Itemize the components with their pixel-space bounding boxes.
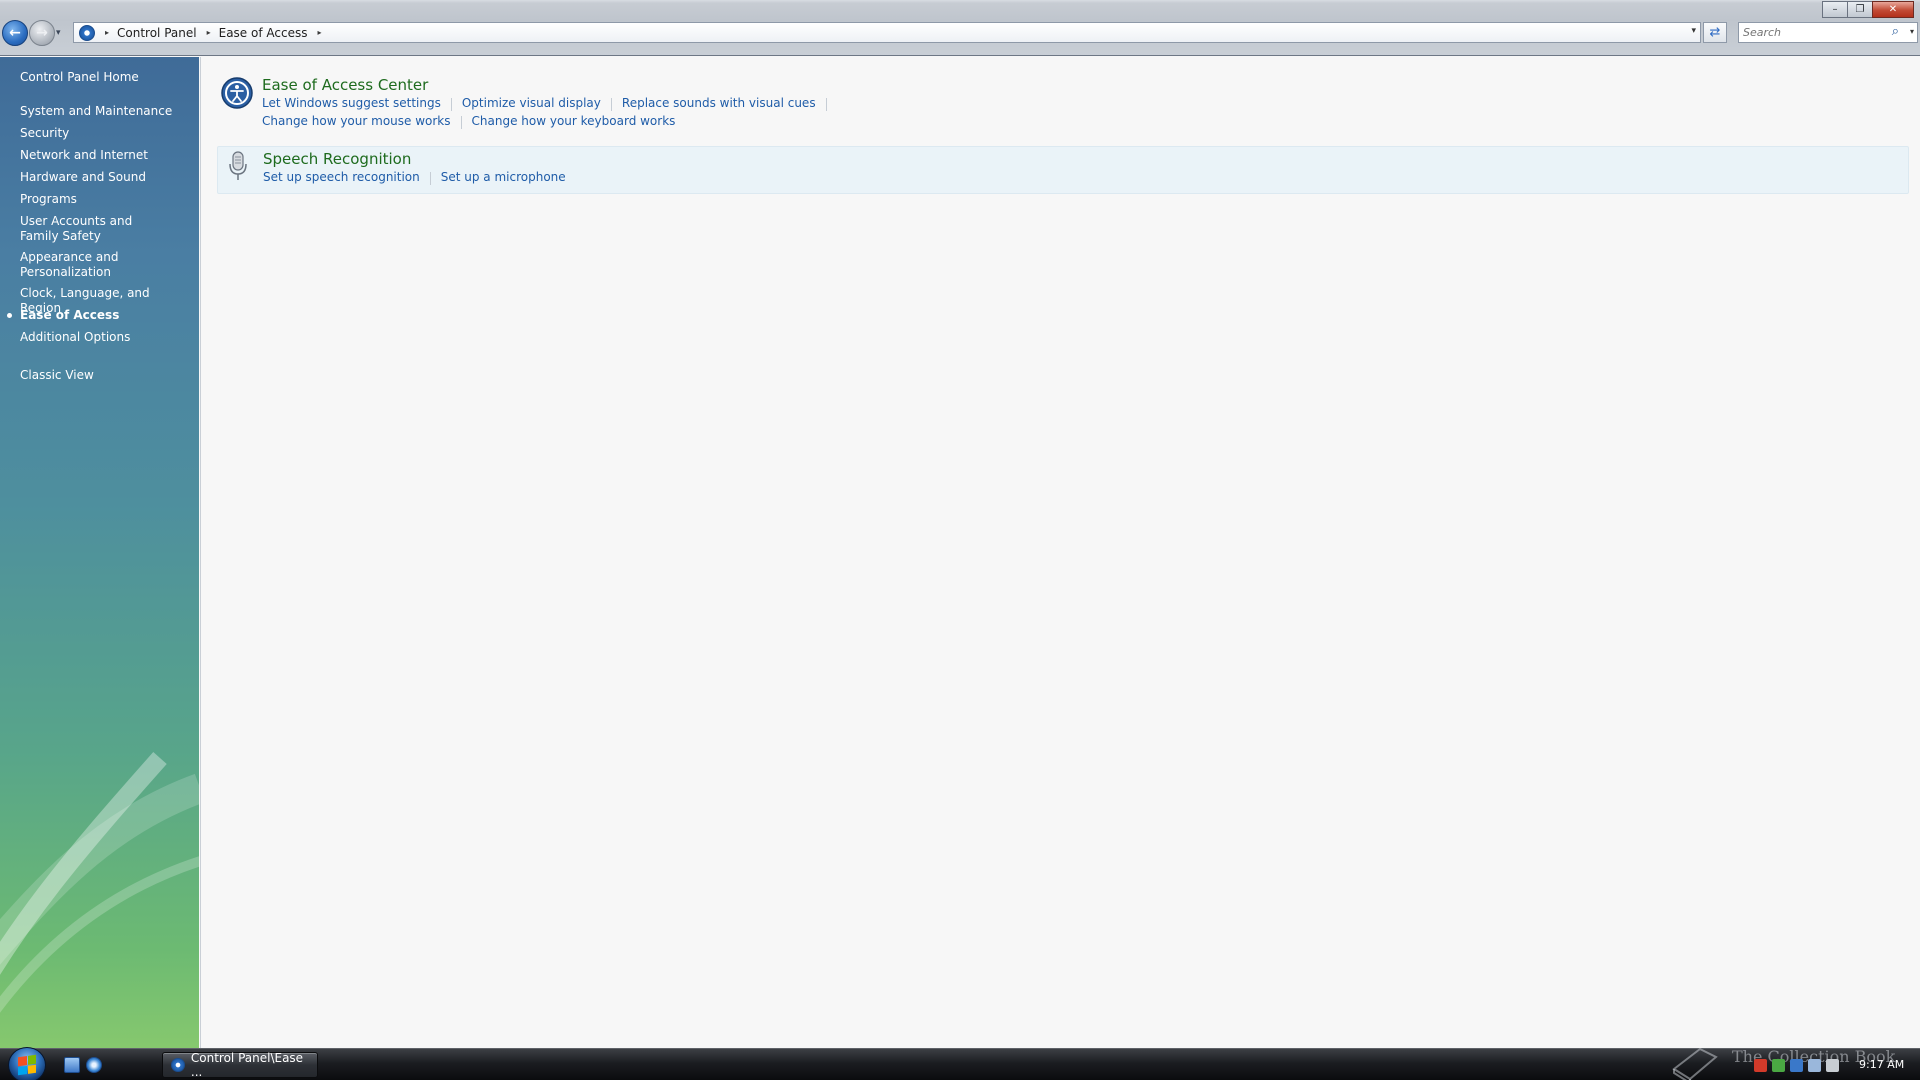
back-arrow-icon: ←	[9, 25, 21, 41]
speech-recognition-title-link[interactable]: Speech Recognition	[263, 150, 411, 168]
set-up-speech-recognition-link[interactable]: Set up speech recognition	[263, 170, 420, 185]
maximize-button[interactable]: ❐	[1847, 1, 1873, 18]
sidebar-item-hardware-and-sound[interactable]: Hardware and Sound	[20, 170, 190, 185]
security-alert-icon[interactable]	[1754, 1058, 1767, 1072]
search-icon[interactable]: ⌕	[1892, 24, 1899, 39]
breadcrumb-separator-icon[interactable]: ▸	[207, 28, 211, 37]
link-divider	[450, 98, 452, 111]
refresh-icon: ⇄	[1709, 25, 1721, 40]
link-divider	[429, 172, 431, 185]
forward-button[interactable]: →	[29, 20, 55, 46]
sidebar-item-classic-view[interactable]: Classic View	[20, 368, 190, 383]
control-panel-icon	[171, 1058, 185, 1072]
task-ease-of-access-center: Ease of Access Center Let Windows sugges…	[217, 74, 1909, 136]
minimize-button[interactable]: –	[1822, 1, 1848, 18]
sidebar-item-control-panel-home[interactable]: Control Panel Home	[20, 70, 190, 85]
breadcrumb-separator-icon[interactable]: ▸	[105, 28, 109, 37]
navigation-row: ← → ▾ ▸ Control Panel ▸ Ease of Access ▸…	[0, 20, 1920, 48]
ease-of-access-links-row1: Let Windows suggest settings Optimize vi…	[262, 96, 837, 111]
windows-logo-icon	[18, 1054, 36, 1076]
back-button[interactable]: ←	[2, 20, 28, 46]
sidebar-item-user-accounts[interactable]: User Accounts and Family Safety	[20, 214, 170, 244]
search-dropdown-icon[interactable]: ▾	[1910, 27, 1914, 36]
sidebar-item-network-and-internet[interactable]: Network and Internet	[20, 148, 190, 163]
link-divider	[610, 98, 612, 111]
network-icon[interactable]	[1808, 1058, 1821, 1072]
breadcrumb-separator-icon[interactable]: ▸	[317, 28, 321, 37]
start-button[interactable]	[8, 1047, 46, 1080]
ease-of-access-icon	[221, 77, 253, 109]
optimize-visual-display-link[interactable]: Optimize visual display	[462, 96, 601, 111]
language-icon[interactable]	[1790, 1058, 1803, 1072]
window-titlebar: – ❐ ✕ ← → ▾ ▸ Control Panel ▸ Ease of Ac…	[0, 0, 1920, 56]
taskbar-window-button[interactable]: Control Panel\Ease ...	[162, 1051, 318, 1079]
search-box[interactable]: ⌕ ▾	[1738, 22, 1918, 43]
sidebar-swirl-decoration	[0, 752, 199, 1013]
main-content: Ease of Access Center Let Windows sugges…	[200, 57, 1920, 1048]
active-item-bullet-icon	[7, 313, 12, 318]
internet-explorer-icon[interactable]	[86, 1057, 102, 1073]
speech-recognition-links-row: Set up speech recognition Set up a micro…	[263, 170, 566, 185]
show-desktop-icon[interactable]	[64, 1057, 80, 1073]
address-history-dropdown-icon[interactable]: ▾	[1691, 26, 1696, 36]
window-controls: – ❐ ✕	[1822, 1, 1914, 18]
link-divider	[460, 116, 462, 129]
taskbar: Control Panel\Ease ... The Collection Bo…	[0, 1047, 1920, 1080]
task-speech-recognition: Speech Recognition Set up speech recogni…	[217, 146, 1909, 194]
book-watermark-icon	[1672, 1047, 1718, 1080]
status-icon[interactable]	[1772, 1058, 1785, 1072]
breadcrumb-control-panel[interactable]: Control Panel	[117, 26, 197, 40]
taskbar-window-label: Control Panel\Ease ...	[190, 1051, 304, 1079]
address-bar[interactable]: ▸ Control Panel ▸ Ease of Access ▸ ▾	[73, 22, 1701, 43]
task-pane-sidebar: Control Panel Home System and Maintenanc…	[0, 57, 199, 1048]
recent-pages-dropdown[interactable]: ▾	[56, 28, 61, 38]
microphone-icon	[229, 151, 247, 180]
change-mouse-link[interactable]: Change how your mouse works	[262, 114, 451, 129]
control-panel-icon	[79, 24, 95, 41]
replace-sounds-with-visual-cues-link[interactable]: Replace sounds with visual cues	[622, 96, 816, 111]
ease-of-access-center-title-link[interactable]: Ease of Access Center	[262, 76, 428, 94]
let-windows-suggest-settings-link[interactable]: Let Windows suggest settings	[262, 96, 441, 111]
refresh-button[interactable]: ⇄	[1703, 22, 1727, 43]
close-button[interactable]: ✕	[1872, 1, 1914, 18]
sidebar-item-programs[interactable]: Programs	[20, 192, 190, 207]
sidebar-item-ease-of-access[interactable]: Ease of Access	[20, 308, 190, 323]
sidebar-item-additional-options[interactable]: Additional Options	[20, 330, 190, 345]
ease-of-access-links-row2: Change how your mouse works Change how y…	[262, 114, 675, 129]
sidebar-item-security[interactable]: Security	[20, 126, 190, 141]
forward-arrow-icon: →	[36, 25, 48, 41]
clock[interactable]: 9:17 AM	[1859, 1058, 1904, 1071]
breadcrumb-ease-of-access[interactable]: Ease of Access	[219, 26, 308, 40]
sidebar-item-system-and-maintenance[interactable]: System and Maintenance	[20, 104, 190, 119]
notification-area	[1754, 1055, 1844, 1075]
link-divider	[825, 98, 827, 111]
change-keyboard-link[interactable]: Change how your keyboard works	[472, 114, 676, 129]
sidebar-item-appearance[interactable]: Appearance and Personalization	[20, 250, 130, 280]
set-up-microphone-link[interactable]: Set up a microphone	[441, 170, 566, 185]
volume-icon[interactable]	[1826, 1058, 1839, 1072]
search-input[interactable]	[1743, 26, 1883, 39]
